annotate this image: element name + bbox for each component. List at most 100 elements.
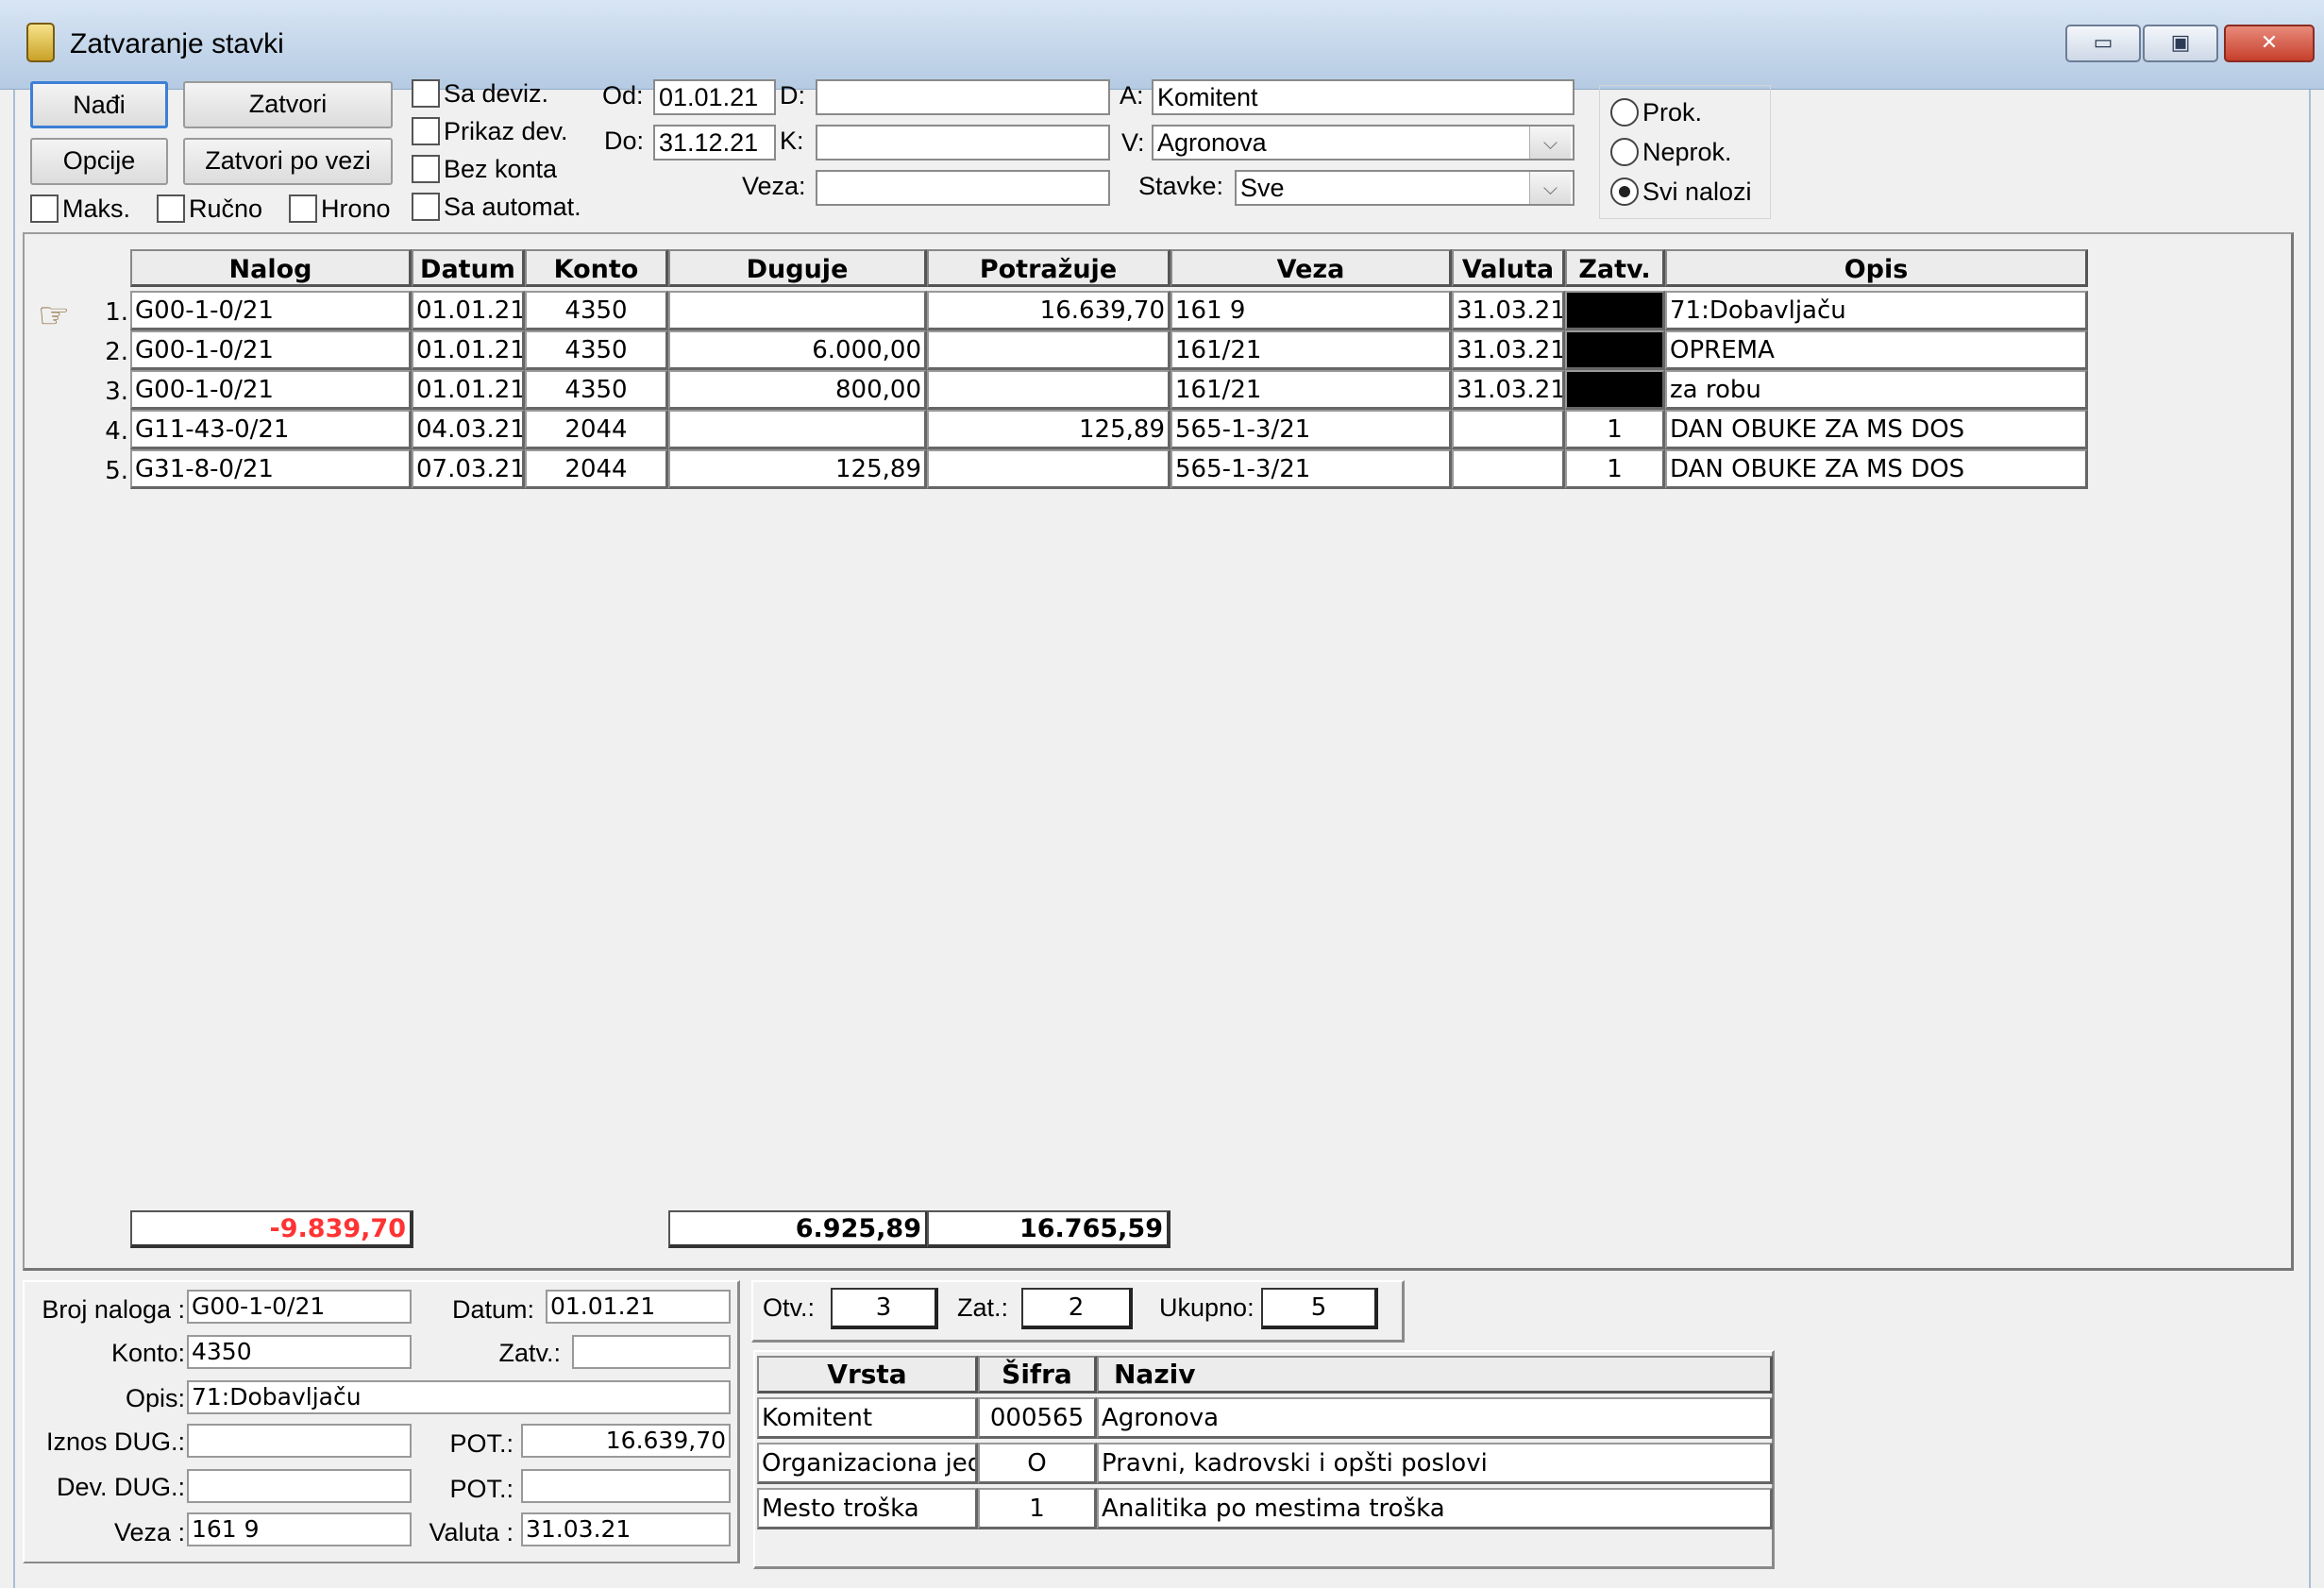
konto-field[interactable]: 4350 [187,1335,412,1369]
maximize-button[interactable]: ▣ [2143,25,2218,62]
cell-datum[interactable]: 01.01.21 [412,291,525,330]
col-header-potrazuje[interactable]: Potražuje [927,249,1170,287]
cell-valuta[interactable]: 31.03.21 [1452,330,1565,370]
valuta-field[interactable]: 31.03.21 [521,1512,731,1546]
cell-duguje[interactable] [668,291,927,330]
cell-opis[interactable]: DAN OBUKE ZA MS DOS [1665,449,2088,489]
cell-datum[interactable]: 07.03.21 [412,449,525,489]
cell-duguje[interactable]: 800,00 [668,370,927,410]
cell-potrazuje[interactable] [927,330,1170,370]
broj-naloga-field[interactable]: G00-1-0/21 [187,1290,412,1324]
opis-field[interactable]: 71:Dobavljaču [187,1380,731,1414]
cell-zatv[interactable] [1565,291,1665,330]
cell-veza[interactable]: 565-1-3/21 [1170,449,1452,489]
radio-svi-nalozi[interactable] [1610,177,1639,206]
attr-naziv[interactable]: Analitika po mestima troška [1097,1488,1773,1529]
veza-field[interactable]: 161 9 [187,1512,412,1546]
attr-sifra[interactable]: 1 [978,1488,1097,1529]
col-header-duguje[interactable]: Duguje [668,249,927,287]
col-header-naziv[interactable]: Naziv [1097,1356,1773,1394]
cell-konto[interactable]: 4350 [525,330,668,370]
with-auto-checkbox[interactable] [412,193,440,221]
cell-zatv[interactable]: 1 [1565,449,1665,489]
chrono-checkbox[interactable] [289,194,317,223]
cell-zatv[interactable] [1565,330,1665,370]
a-field[interactable]: Komitent [1152,79,1575,115]
col-header-valuta[interactable]: Valuta [1452,249,1565,287]
cell-valuta[interactable]: 31.03.21 [1452,291,1565,330]
minimize-button[interactable]: ▭ [2065,25,2141,62]
stavke-combo-chevron-down-icon[interactable]: ⌵ [1529,172,1571,204]
close-items-button[interactable]: Zatvori [183,81,393,128]
cell-nalog[interactable]: G00-1-0/21 [130,291,412,330]
col-header-zatv[interactable]: Zatv. [1565,249,1665,287]
no-account-checkbox[interactable] [412,155,440,183]
col-header-konto[interactable]: Konto [525,249,668,287]
attr-sifra[interactable]: 000565 [978,1397,1097,1439]
radio-neprok[interactable] [1610,138,1639,166]
cell-veza[interactable]: 161 9 [1170,291,1452,330]
cell-konto[interactable]: 4350 [525,291,668,330]
dev-dug-field[interactable] [187,1469,412,1503]
cell-konto[interactable]: 4350 [525,370,668,410]
cell-potrazuje[interactable] [927,449,1170,489]
cell-konto[interactable]: 2044 [525,449,668,489]
find-button[interactable]: Nađi [30,81,168,128]
cell-duguje[interactable] [668,410,927,449]
pot-field[interactable]: 16.639,70 [521,1424,731,1458]
cell-veza[interactable]: 161/21 [1170,330,1452,370]
d-field[interactable] [816,79,1110,115]
col-header-opis[interactable]: Opis [1665,249,2088,287]
manual-checkbox[interactable] [157,194,185,223]
cell-valuta[interactable] [1452,449,1565,489]
veza-filter-field[interactable] [816,170,1110,206]
cell-datum[interactable]: 01.01.21 [412,330,525,370]
close-by-link-button[interactable]: Zatvori po vezi [183,138,393,185]
cell-valuta[interactable]: 31.03.21 [1452,370,1565,410]
cell-datum[interactable]: 01.01.21 [412,370,525,410]
k-field[interactable] [816,125,1110,160]
cell-potrazuje[interactable]: 16.639,70 [927,291,1170,330]
cell-potrazuje[interactable] [927,370,1170,410]
cell-opis[interactable]: za robu [1665,370,2088,410]
col-header-datum[interactable]: Datum [412,249,525,287]
cell-nalog[interactable]: G00-1-0/21 [130,330,412,370]
attr-naziv[interactable]: Agronova [1097,1397,1773,1439]
attr-vrsta[interactable]: Organizaciona jedir [757,1443,978,1484]
close-window-button[interactable]: ✕ [2224,25,2315,62]
attr-naziv[interactable]: Pravni, kadrovski i opšti poslovi [1097,1443,1773,1484]
do-date-field[interactable]: 31.12.21 [653,125,776,160]
cell-duguje[interactable]: 6.000,00 [668,330,927,370]
cell-potrazuje[interactable]: 125,89 [927,410,1170,449]
cell-duguje[interactable]: 125,89 [668,449,927,489]
col-header-veza[interactable]: Veza [1170,249,1452,287]
show-foreign-checkbox[interactable] [412,117,440,145]
cell-veza[interactable]: 565-1-3/21 [1170,410,1452,449]
cell-veza[interactable]: 161/21 [1170,370,1452,410]
cell-nalog[interactable]: G31-8-0/21 [130,449,412,489]
cell-datum[interactable]: 04.03.21 [412,410,525,449]
cell-valuta[interactable] [1452,410,1565,449]
options-button[interactable]: Opcije [30,138,168,185]
attr-vrsta[interactable]: Mesto troška [757,1488,978,1529]
od-date-field[interactable]: 01.01.21 [653,79,776,115]
cell-opis[interactable]: OPREMA [1665,330,2088,370]
cell-nalog[interactable]: G11-43-0/21 [130,410,412,449]
cell-zatv[interactable]: 1 [1565,410,1665,449]
attr-sifra[interactable]: O [978,1443,1097,1484]
dev-pot-field[interactable] [521,1469,731,1503]
radio-prok[interactable] [1610,98,1639,127]
cell-opis[interactable]: 71:Dobavljaču [1665,291,2088,330]
col-header-sifra[interactable]: Šifra [978,1356,1097,1394]
with-foreign-checkbox[interactable] [412,79,440,108]
v-combo-chevron-down-icon[interactable]: ⌵ [1529,127,1571,159]
attr-vrsta[interactable]: Komitent [757,1397,978,1439]
col-header-nalog[interactable]: Nalog [130,249,412,287]
zatv-field[interactable] [572,1335,731,1369]
cell-nalog[interactable]: G00-1-0/21 [130,370,412,410]
cell-opis[interactable]: DAN OBUKE ZA MS DOS [1665,410,2088,449]
datum-field[interactable]: 01.01.21 [546,1290,731,1324]
max-checkbox[interactable] [30,194,59,223]
col-header-vrsta[interactable]: Vrsta [757,1356,978,1394]
cell-zatv[interactable] [1565,370,1665,410]
